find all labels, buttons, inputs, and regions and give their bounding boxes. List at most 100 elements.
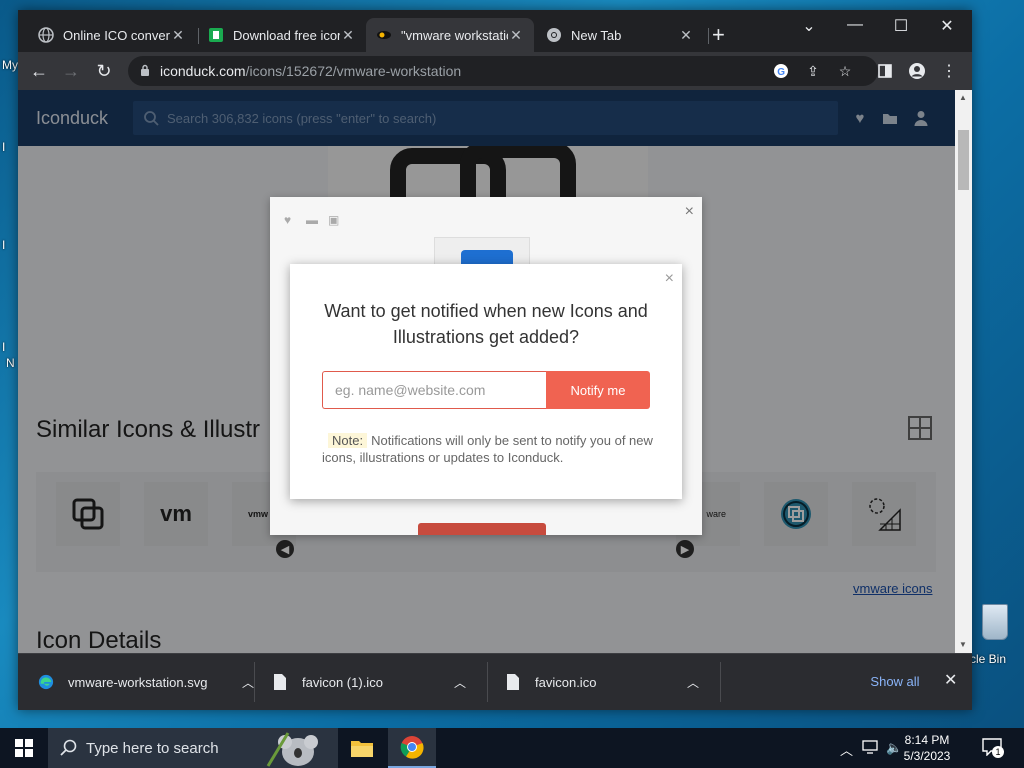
notification-count-badge: 1 — [992, 746, 1004, 758]
start-button[interactable] — [0, 728, 48, 768]
close-tab-icon[interactable]: ✕ — [340, 27, 356, 44]
desktop-label: N — [6, 356, 15, 370]
url-domain: iconduck.com — [160, 63, 246, 79]
download-item[interactable]: favicon (1).ico ︿ — [272, 654, 482, 710]
scroll-down-arrow-icon[interactable]: ▼ — [959, 640, 967, 649]
close-tab-icon[interactable]: ✕ — [508, 27, 524, 44]
tab-search-chevron-icon[interactable]: ⌄ — [786, 16, 832, 36]
back-button[interactable]: ← — [28, 60, 50, 82]
url-text: iconduck.com/icons/152672/vmware-worksta… — [160, 63, 461, 79]
svg-text:G: G — [777, 67, 785, 78]
share-icon[interactable]: ▣ — [328, 213, 342, 227]
download-shelf: vmware-workstation.svg ︿ favicon (1).ico… — [18, 653, 972, 710]
browser-toolbar: ← → ↻ iconduck.com/icons/152672/vmware-w… — [18, 52, 972, 90]
page-viewport: Iconduck ♥ Similar Icons & Illustr — [18, 90, 972, 653]
notify-dialog-heading: Want to get notified when new Icons and … — [324, 301, 648, 347]
volume-icon[interactable]: 🔈 — [886, 740, 902, 756]
notify-me-button[interactable]: Notify me — [546, 371, 650, 409]
file-explorer-app[interactable] — [338, 728, 386, 768]
notification-center-button[interactable]: 1 — [982, 738, 1004, 758]
browser-window: Online ICO converte ✕ Download free icon… — [18, 10, 972, 710]
windows-logo-icon — [15, 739, 33, 757]
edge-icon — [38, 674, 54, 690]
email-field[interactable] — [322, 371, 547, 409]
shelf-separator — [720, 662, 721, 702]
close-icon[interactable]: × — [685, 203, 694, 221]
minimize-button[interactable]: — — [832, 16, 878, 34]
search-icon — [60, 739, 77, 756]
file-icon — [507, 674, 519, 690]
tab-new-tab[interactable]: New Tab ✕ — [536, 18, 704, 52]
file-icon — [274, 674, 286, 690]
scrollbar-thumb[interactable] — [958, 130, 969, 190]
show-all-downloads-button[interactable]: Show all — [858, 666, 932, 696]
close-shelf-icon[interactable]: ✕ — [944, 670, 957, 690]
url-path: /icons/152672/vmware-workstation — [245, 63, 462, 79]
clock-date: 5/3/2023 — [903, 749, 951, 763]
shelf-separator — [487, 662, 488, 702]
desktop-label: I — [2, 238, 6, 252]
tab-vmware-workstation[interactable]: "vmware workstatio ✕ — [366, 18, 534, 52]
download-filename: vmware-workstation.svg — [68, 674, 208, 690]
scroll-up-arrow-icon[interactable]: ▲ — [959, 93, 967, 102]
maximize-button[interactable]: ☐ — [878, 16, 924, 36]
lock-icon — [141, 64, 149, 76]
tab-title: "vmware workstatio — [401, 27, 508, 43]
network-icon[interactable] — [862, 740, 878, 757]
globe-icon — [38, 27, 54, 43]
profile-icon[interactable] — [906, 60, 928, 82]
tab-strip: Online ICO converte ✕ Download free icon… — [18, 10, 972, 52]
taskbar-search-box[interactable]: Type here to search — [48, 728, 338, 768]
recycle-bin-icon — [982, 604, 1008, 640]
chevron-up-icon[interactable]: ︿ — [454, 674, 466, 691]
system-clock[interactable]: 8:14 PM 5/3/2023 — [902, 732, 952, 764]
close-window-button[interactable]: ✕ — [924, 16, 970, 36]
download-filename: favicon (1).ico — [302, 674, 383, 690]
note-text: Notifications will only be sent to notif… — [322, 433, 653, 465]
google-lens-icon[interactable]: G — [772, 62, 790, 80]
vmware-favicon — [376, 27, 392, 43]
menu-kebab-icon[interactable]: ⋮ — [938, 60, 960, 82]
close-tab-icon[interactable]: ✕ — [170, 27, 186, 44]
shelf-separator — [254, 662, 255, 702]
close-tab-icon[interactable]: ✕ — [678, 27, 694, 44]
bookmark-star-icon[interactable]: ☆ — [836, 62, 854, 80]
iconduck-green-icon — [208, 27, 224, 43]
page-scrollbar[interactable]: ▲ ▼ — [955, 90, 972, 653]
chrome-app[interactable] — [388, 728, 436, 768]
desktop-label: I — [2, 340, 6, 354]
tab-title: Download free icon — [233, 27, 340, 43]
taskbar-search-placeholder: Type here to search — [86, 739, 219, 757]
download-item[interactable]: vmware-workstation.svg ︿ — [38, 654, 254, 710]
address-bar[interactable]: iconduck.com/icons/152672/vmware-worksta… — [128, 56, 878, 86]
file-explorer-icon — [351, 741, 373, 757]
tray-chevron-up-icon[interactable]: ︿ — [840, 740, 853, 759]
new-tab-button[interactable]: + — [712, 24, 725, 46]
tab-download-free-icon[interactable]: Download free icon ✕ — [198, 18, 366, 52]
forward-button[interactable]: → — [60, 60, 82, 82]
desktop-left-edge: My I I I N — [0, 56, 18, 706]
desktop-label: My — [2, 58, 18, 72]
recycle-bin-shortcut[interactable]: cle Bin — [970, 598, 1024, 668]
heart-icon[interactable]: ♥ — [284, 213, 298, 227]
folder-icon[interactable]: ▬ — [306, 213, 320, 227]
recycle-bin-label: cle Bin — [970, 652, 1007, 666]
chevron-up-icon[interactable]: ︿ — [687, 674, 699, 691]
chevron-up-icon[interactable]: ︿ — [242, 674, 254, 691]
koala-illustration-icon — [266, 732, 318, 767]
tab-online-ico-converter[interactable]: Online ICO converte ✕ — [28, 18, 196, 52]
chrome-icon — [400, 736, 424, 759]
download-button-partial[interactable] — [418, 523, 546, 535]
reload-button[interactable]: ↻ — [93, 60, 115, 82]
tab-title: Online ICO converte — [63, 27, 170, 43]
side-panel-icon[interactable] — [874, 60, 896, 82]
download-item[interactable]: favicon.ico ︿ — [505, 654, 715, 710]
tab-separator — [708, 28, 709, 44]
windows-taskbar: Type here to search ︿ 🔈 8:14 PM 5/3/2023… — [0, 728, 1024, 768]
close-icon[interactable]: × — [665, 270, 674, 288]
desktop-label: I — [2, 140, 6, 154]
download-filename: favicon.ico — [535, 674, 597, 690]
tab-title: New Tab — [571, 27, 622, 43]
share-icon[interactable]: ⇪ — [804, 62, 822, 80]
chrome-icon — [546, 27, 562, 43]
